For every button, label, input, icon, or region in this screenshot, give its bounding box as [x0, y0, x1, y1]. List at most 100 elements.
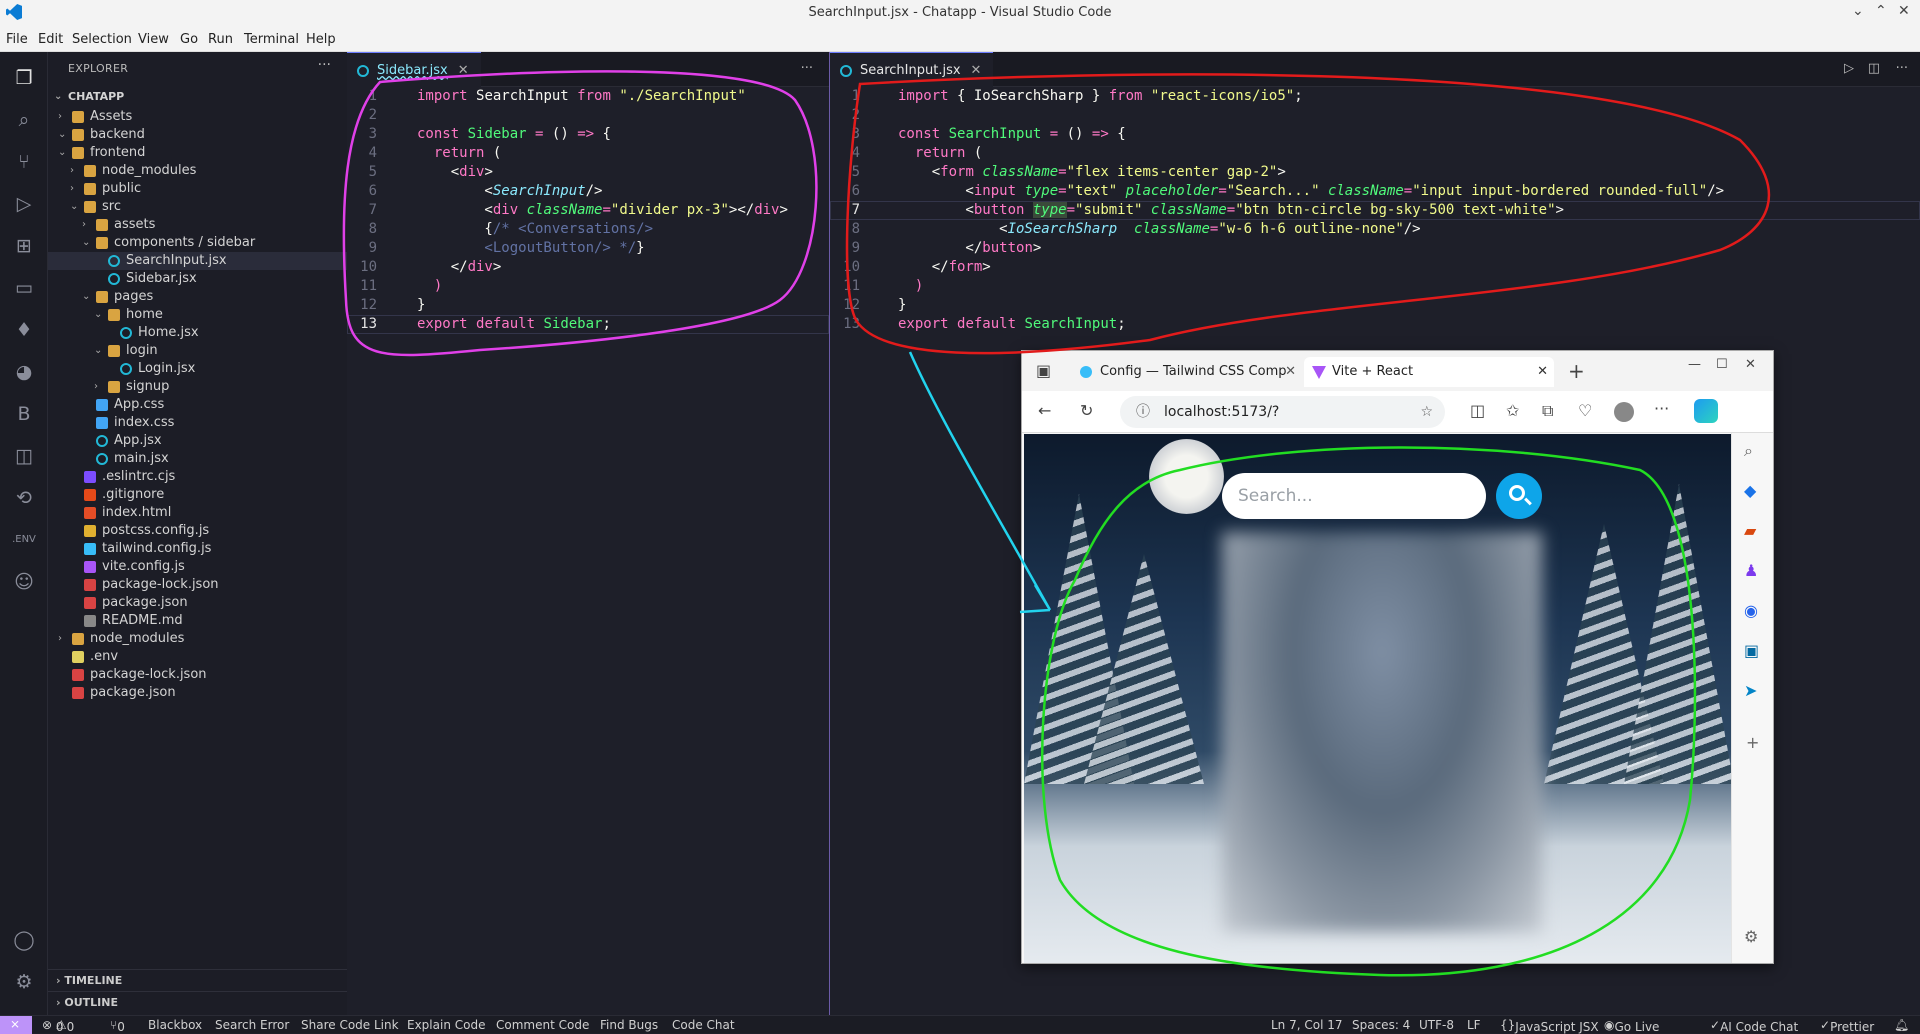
menu-view[interactable]: View — [138, 32, 169, 47]
tab-actions-icon[interactable]: ▣ — [1036, 361, 1051, 380]
close-tab-icon[interactable]: ✕ — [1285, 357, 1296, 387]
minimize-icon[interactable]: — — [1688, 357, 1701, 372]
tree-file[interactable]: package-lock.json — [48, 666, 347, 684]
browser-tab-vite[interactable]: Vite + React ✕ — [1304, 357, 1554, 387]
tree-file[interactable]: package.json — [48, 594, 347, 612]
chat-icon[interactable]: ◫ — [12, 444, 36, 468]
tree-folder[interactable]: ⌄ backend — [48, 126, 347, 144]
maximize-icon[interactable]: ☐ — [1716, 357, 1728, 372]
refresh-icon[interactable]: ↻ — [1080, 401, 1093, 420]
language-mode[interactable]: {} JavaScript JSX — [1500, 1018, 1599, 1034]
minimize-icon[interactable]: ⌄ — [1852, 3, 1864, 19]
tree-file[interactable]: SearchInput.jsx — [48, 252, 347, 270]
tree-file[interactable]: .eslintrc.cjs — [48, 468, 347, 486]
blackbox-icon[interactable]: B — [12, 402, 36, 426]
tree-file[interactable]: Home.jsx — [48, 324, 347, 342]
tree-folder[interactable]: ⌄ login — [48, 342, 347, 360]
cursor-position[interactable]: Ln 7, Col 17 — [1271, 1018, 1343, 1032]
menu-selection[interactable]: Selection — [72, 32, 132, 47]
status-search-error[interactable]: Search Error — [215, 1018, 289, 1032]
encoding[interactable]: UTF-8 — [1419, 1018, 1454, 1032]
run-icon[interactable]: ▷ — [1844, 61, 1854, 76]
tree-folder[interactable]: › Assets — [48, 108, 347, 126]
timeline-section[interactable]: › TIMELINE — [48, 969, 347, 991]
remote-indicator[interactable]: ⨯ — [0, 1016, 32, 1034]
workspace-root[interactable]: ⌄ CHATAPP — [48, 86, 347, 108]
status-comment-code[interactable]: Comment Code — [496, 1018, 589, 1032]
close-icon[interactable]: ✕ — [1745, 357, 1756, 372]
url-input[interactable]: ⓘ localhost:5173/? ☆ — [1120, 396, 1445, 428]
tree-folder[interactable]: ⌄ pages — [48, 288, 347, 306]
more-actions-icon[interactable]: ··· — [1896, 61, 1908, 76]
tree-file[interactable]: Sidebar.jsx — [48, 270, 347, 288]
tree-file[interactable]: App.jsx — [48, 432, 347, 450]
more-actions-icon[interactable]: ··· — [801, 61, 813, 76]
collections-icon[interactable]: ⧉ — [1542, 401, 1553, 421]
mongodb-icon[interactable]: ♦ — [12, 318, 36, 342]
tree-file[interactable]: postcss.config.js — [48, 522, 347, 540]
tree-folder[interactable]: ⌄ frontend — [48, 144, 347, 162]
prettier-button[interactable]: ✓ Prettier — [1820, 1018, 1874, 1034]
go-live-button[interactable]: ◉ Go Live — [1604, 1018, 1659, 1034]
favorites-icon[interactable]: ✩ — [1506, 401, 1519, 420]
office-icon[interactable]: ◉ — [1744, 601, 1758, 620]
settings-gear-icon[interactable]: ⚙ — [12, 970, 36, 994]
settings-more-icon[interactable]: ··· — [1654, 399, 1669, 418]
more-actions-icon[interactable]: ··· — [318, 57, 331, 73]
tree-file[interactable]: index.html — [48, 504, 347, 522]
folder-icon[interactable]: ▭ — [12, 276, 36, 300]
tag-icon[interactable]: ◆ — [1744, 481, 1756, 500]
tree-file[interactable]: .env — [48, 648, 347, 666]
menu-edit[interactable]: Edit — [38, 32, 63, 47]
tree-file[interactable]: .gitignore — [48, 486, 347, 504]
tree-folder[interactable]: › public — [48, 180, 347, 198]
close-tab-icon[interactable]: ✕ — [1537, 357, 1548, 387]
copilot-icon[interactable]: ☺ — [12, 570, 36, 594]
tab-sidebar-jsx[interactable]: Sidebar.jsx ✕ — [347, 52, 481, 87]
extensions-icon[interactable]: ⊞ — [12, 234, 36, 258]
outline-section[interactable]: › OUTLINE — [48, 991, 347, 1013]
live-share-icon[interactable]: ◕ — [12, 360, 36, 384]
tree-file[interactable]: tailwind.config.js — [48, 540, 347, 558]
tree-folder[interactable]: › node_modules — [48, 630, 347, 648]
tree-file[interactable]: main.jsx — [48, 450, 347, 468]
run-debug-icon[interactable]: ▷ — [12, 192, 36, 216]
problems-indicator[interactable]: ⊗ 0 ⚠ 0 — [42, 1018, 74, 1034]
close-icon[interactable]: ✕ — [1898, 3, 1910, 19]
env-icon[interactable]: .ENV — [12, 528, 36, 552]
tree-folder[interactable]: › assets — [48, 216, 347, 234]
status-blackbox[interactable]: Blackbox — [148, 1018, 202, 1032]
tree-folder[interactable]: › signup — [48, 378, 347, 396]
tools-icon[interactable]: ▰ — [1744, 521, 1756, 540]
menu-go[interactable]: Go — [180, 32, 198, 47]
menu-file[interactable]: File — [6, 32, 28, 47]
indentation[interactable]: Spaces: 4 — [1352, 1018, 1410, 1032]
explorer-icon[interactable]: ❐ — [12, 66, 36, 90]
search-button[interactable] — [1496, 473, 1542, 519]
ai-code-chat-button[interactable]: ✓ AI Code Chat — [1710, 1018, 1798, 1034]
maximize-icon[interactable]: ⌃ — [1875, 3, 1887, 19]
copilot-icon[interactable] — [1694, 399, 1718, 423]
tab-searchinput-jsx[interactable]: SearchInput.jsx ✕ — [830, 52, 994, 87]
search-icon[interactable]: ⌕ — [1744, 441, 1753, 461]
status-explain-code[interactable]: Explain Code — [407, 1018, 485, 1032]
account-icon[interactable]: ◯ — [12, 928, 36, 952]
status-code-chat[interactable]: Code Chat — [672, 1018, 735, 1032]
tree-file[interactable]: package-lock.json — [48, 576, 347, 594]
add-icon[interactable]: + — [1746, 733, 1759, 752]
profile-avatar-icon[interactable] — [1614, 402, 1634, 422]
tree-file[interactable]: vite.config.js — [48, 558, 347, 576]
tree-file[interactable]: package.json — [48, 684, 347, 702]
notifications-icon[interactable]: 🔔︎ — [1894, 1018, 1909, 1032]
menu-run[interactable]: Run — [208, 32, 233, 47]
games-icon[interactable]: ♟ — [1744, 561, 1758, 580]
tree-folder[interactable]: ⌄ src — [48, 198, 347, 216]
tree-file[interactable]: index.css — [48, 414, 347, 432]
close-tab-icon[interactable]: ✕ — [971, 63, 982, 78]
tree-file[interactable]: Login.jsx — [48, 360, 347, 378]
settings-gear-icon[interactable]: ⚙ — [1744, 927, 1758, 946]
remote-icon[interactable]: ⟲ — [12, 486, 36, 510]
search-input[interactable]: Search... — [1222, 473, 1486, 519]
source-control-icon[interactable]: ⑂ — [12, 150, 36, 174]
send-icon[interactable]: ➤ — [1744, 681, 1757, 700]
